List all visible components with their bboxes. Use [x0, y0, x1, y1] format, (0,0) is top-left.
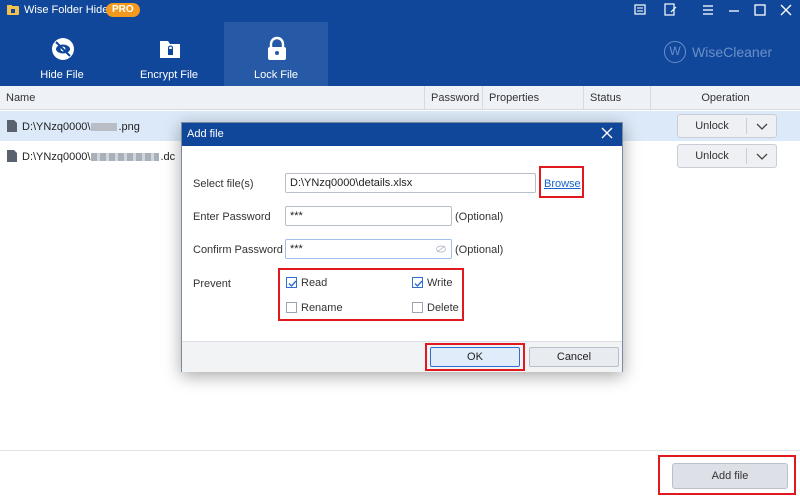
write-label[interactable]: Write [427, 277, 452, 289]
select-file-input[interactable]: D:\YNzq0000\details.xlsx [285, 173, 536, 193]
minimize-icon[interactable] [726, 2, 742, 18]
pro-badge: PRO [106, 3, 140, 17]
tab-encrypt-file[interactable]: Encrypt File [117, 22, 221, 86]
browse-link[interactable]: Browse [544, 178, 581, 190]
chevron-down-icon[interactable] [754, 149, 770, 163]
folder-lock-icon [160, 41, 180, 58]
password-input[interactable]: *** [285, 206, 452, 226]
file-path-suffix: .dc [160, 151, 176, 163]
unlock-button-label[interactable]: Unlock [678, 150, 746, 162]
prevent-label: Prevent [193, 278, 231, 290]
rename-label[interactable]: Rename [301, 302, 343, 314]
redacted-text [91, 123, 118, 132]
read-checkbox[interactable] [286, 277, 297, 288]
dialog-title: Add file [187, 128, 224, 140]
file-path: D:\YNzq0000\ .dc [22, 151, 175, 163]
dialog-title-bar: Add file [182, 123, 622, 146]
tab-lock-file[interactable]: Lock File [224, 22, 328, 86]
column-header-password[interactable]: Password [424, 86, 482, 110]
tab-hide-file[interactable]: Hide File [10, 22, 114, 86]
file-path-prefix: D:\YNzq0000\ [22, 121, 91, 133]
delete-checkbox[interactable] [412, 302, 423, 313]
file-path-suffix: .png [118, 121, 140, 133]
maximize-icon[interactable] [752, 2, 768, 18]
select-files-label: Select file(s) [193, 178, 254, 190]
column-header-operation[interactable]: Operation [650, 86, 800, 110]
column-header-status[interactable]: Status [583, 86, 650, 110]
unlock-split-button[interactable]: Unlock [677, 114, 777, 138]
unlock-button-label[interactable]: Unlock [678, 120, 746, 132]
confirm-password-value: *** [290, 243, 303, 255]
message-icon[interactable] [632, 2, 648, 18]
password-label: Enter Password [193, 211, 271, 223]
column-header-name[interactable]: Name [0, 86, 424, 110]
feedback-icon[interactable] [662, 2, 678, 18]
app-title: Wise Folder Hider [24, 4, 113, 16]
confirm-password-label: Confirm Password [193, 244, 283, 256]
dialog-footer: OK Cancel [182, 341, 622, 372]
redacted-text [91, 153, 160, 162]
cancel-button[interactable]: Cancel [529, 347, 619, 367]
lock-icon [268, 36, 286, 60]
tab-label: Lock File [253, 69, 299, 81]
file-icon [7, 150, 17, 162]
write-checkbox[interactable] [412, 277, 423, 288]
app-logo-icon [7, 5, 19, 15]
eye-slash-icon [52, 38, 74, 60]
confirm-password-input[interactable]: *** [285, 239, 452, 259]
column-header-properties[interactable]: Properties [482, 86, 583, 110]
close-icon[interactable] [600, 126, 614, 140]
rename-checkbox[interactable] [286, 302, 297, 313]
tab-label: Encrypt File [139, 69, 199, 81]
chevron-down-icon[interactable] [754, 119, 770, 133]
tab-label: Hide File [40, 69, 84, 81]
footer-divider [0, 450, 800, 451]
app-header: Wise Folder Hider PRO Hide File Encrypt … [0, 0, 800, 86]
title-bar: Wise Folder Hider PRO [0, 0, 800, 20]
file-path-prefix: D:\YNzq0000\ [22, 151, 91, 163]
brand-logo-icon: W [664, 41, 686, 63]
close-icon[interactable] [778, 2, 794, 18]
read-label[interactable]: Read [301, 277, 327, 289]
unlock-split-button[interactable]: Unlock [677, 144, 777, 168]
add-file-button[interactable]: Add file [672, 463, 788, 489]
ok-button[interactable]: OK [430, 347, 520, 367]
brand-logo: W WiseCleaner [664, 40, 784, 64]
eye-slash-icon[interactable] [436, 245, 446, 253]
file-icon [7, 120, 17, 132]
optional-hint: (Optional) [455, 244, 504, 256]
file-path: D:\YNzq0000\ .png [22, 121, 140, 133]
add-file-dialog: Add file Select file(s) D:\YNzq0000\deta… [181, 122, 623, 372]
brand-name: WiseCleaner [692, 44, 773, 60]
delete-label[interactable]: Delete [427, 302, 459, 314]
table-header: Name Password Properties Status Operatio… [0, 86, 800, 110]
optional-hint: (Optional) [455, 211, 504, 223]
menu-icon[interactable] [700, 2, 716, 18]
